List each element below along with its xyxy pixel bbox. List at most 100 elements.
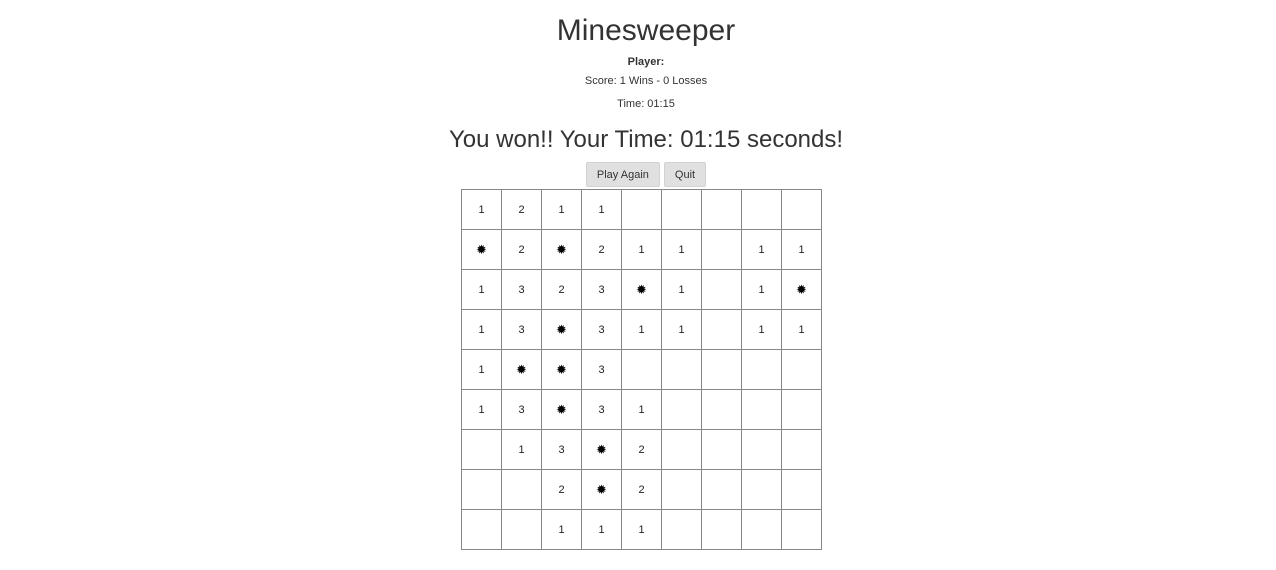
board-cell[interactable] — [701, 189, 742, 230]
board-cell[interactable]: 1 — [621, 309, 662, 350]
board-cell[interactable]: 3 — [581, 269, 622, 310]
board-cell[interactable] — [661, 429, 702, 470]
board-cell[interactable]: 1 — [461, 189, 502, 230]
board-cell[interactable]: 1 — [741, 229, 782, 270]
board-cell[interactable]: 1 — [461, 269, 502, 310]
board-cell[interactable]: 3 — [501, 309, 542, 350]
board-cell[interactable]: 1 — [461, 389, 502, 430]
board-cell[interactable]: 2 — [621, 429, 662, 470]
board-cell[interactable] — [661, 509, 702, 550]
board-cell[interactable] — [661, 469, 702, 510]
board-cell[interactable]: 3 — [541, 429, 582, 470]
board-cell[interactable] — [781, 429, 822, 470]
cell-number: 1 — [478, 403, 485, 416]
board-cell[interactable] — [701, 509, 742, 550]
board-cell[interactable]: 1 — [661, 269, 702, 310]
board-cell[interactable] — [701, 469, 742, 510]
board-cell[interactable]: 2 — [501, 189, 542, 230]
board-cell[interactable]: 1 — [621, 389, 662, 430]
board-cell[interactable]: 1 — [581, 509, 622, 550]
board-cell[interactable]: 1 — [581, 189, 622, 230]
board-cell[interactable]: ✹ — [541, 309, 582, 350]
board-cell[interactable]: 1 — [461, 309, 502, 350]
board-cell[interactable]: ✹ — [621, 269, 662, 310]
cell-number: 3 — [518, 283, 525, 296]
board-cell[interactable]: 1 — [461, 349, 502, 390]
board-cell[interactable]: 1 — [541, 189, 582, 230]
board-cell[interactable] — [741, 429, 782, 470]
board-cell[interactable]: 1 — [661, 309, 702, 350]
board-cell[interactable] — [781, 509, 822, 550]
board-cell[interactable]: 1 — [501, 429, 542, 470]
board-cell[interactable]: ✹ — [501, 349, 542, 390]
board-cell[interactable]: 1 — [541, 509, 582, 550]
board-cell[interactable]: ✹ — [461, 229, 502, 270]
board-cell[interactable]: 2 — [541, 469, 582, 510]
board-cell[interactable] — [501, 469, 542, 510]
board-cell[interactable] — [501, 509, 542, 550]
board-cell[interactable] — [701, 229, 742, 270]
board-row: 1 3 ✹ 3 1 1 1 1 — [461, 309, 822, 350]
board-cell[interactable]: 2 — [581, 229, 622, 270]
board-cell[interactable] — [741, 349, 782, 390]
board-cell[interactable]: ✹ — [541, 349, 582, 390]
board-cell[interactable]: 3 — [581, 389, 622, 430]
cell-number: 1 — [758, 323, 765, 336]
board-cell[interactable] — [621, 349, 662, 390]
board-cell[interactable] — [701, 429, 742, 470]
board-cell[interactable] — [661, 389, 702, 430]
cell-number: 3 — [598, 283, 605, 296]
board-cell[interactable]: ✹ — [541, 229, 582, 270]
mine-icon: ✹ — [556, 241, 567, 257]
board-cell[interactable]: 2 — [501, 229, 542, 270]
minesweeper-app: Minesweeper Player: Score: 1 Wins - 0 Lo… — [0, 0, 1276, 570]
board-cell[interactable] — [781, 349, 822, 390]
action-buttons: Play Again Quit — [0, 162, 1276, 187]
board-cell[interactable] — [661, 349, 702, 390]
board-cell[interactable] — [741, 189, 782, 230]
board-cell[interactable] — [741, 509, 782, 550]
board-cell[interactable]: ✹ — [581, 429, 622, 470]
board-cell[interactable]: 1 — [781, 309, 822, 350]
board-cell[interactable] — [661, 189, 702, 230]
board-cell[interactable] — [461, 469, 502, 510]
board-cell[interactable]: 3 — [501, 389, 542, 430]
board-cell[interactable]: 2 — [621, 469, 662, 510]
cell-number: 1 — [478, 283, 485, 296]
board-cell[interactable] — [781, 469, 822, 510]
board-cell[interactable] — [701, 349, 742, 390]
board-cell[interactable] — [701, 389, 742, 430]
board-cell[interactable] — [781, 389, 822, 430]
mine-icon: ✹ — [596, 441, 607, 457]
board-cell[interactable]: ✹ — [781, 269, 822, 310]
board-cell[interactable] — [781, 189, 822, 230]
board-cell[interactable] — [741, 469, 782, 510]
board-cell[interactable]: ✹ — [541, 389, 582, 430]
board-cell[interactable]: 2 — [541, 269, 582, 310]
cell-number: 2 — [518, 243, 525, 256]
board-cell[interactable]: 1 — [621, 229, 662, 270]
play-again-button[interactable]: Play Again — [585, 162, 660, 187]
board-cell[interactable]: 1 — [741, 309, 782, 350]
cell-number: 1 — [638, 523, 645, 536]
mine-icon: ✹ — [636, 281, 647, 297]
board-cell[interactable]: 1 — [741, 269, 782, 310]
cell-number: 1 — [678, 243, 685, 256]
mine-icon: ✹ — [596, 481, 607, 497]
board-cell[interactable] — [701, 269, 742, 310]
board-cell[interactable]: 1 — [621, 509, 662, 550]
board-cell[interactable]: 3 — [581, 349, 622, 390]
board-cell[interactable]: 1 — [661, 229, 702, 270]
board-cell[interactable] — [741, 389, 782, 430]
win-message: You won!! Your Time: 01:15 seconds! — [448, 126, 844, 153]
board-cell[interactable] — [461, 509, 502, 550]
board-cell[interactable]: 3 — [501, 269, 542, 310]
quit-button[interactable]: Quit — [663, 162, 707, 187]
board-cell[interactable] — [621, 189, 662, 230]
mine-icon: ✹ — [476, 241, 487, 257]
board-cell[interactable] — [461, 429, 502, 470]
board-cell[interactable]: ✹ — [581, 469, 622, 510]
board-cell[interactable]: 1 — [781, 229, 822, 270]
board-cell[interactable] — [701, 309, 742, 350]
board-cell[interactable]: 3 — [581, 309, 622, 350]
